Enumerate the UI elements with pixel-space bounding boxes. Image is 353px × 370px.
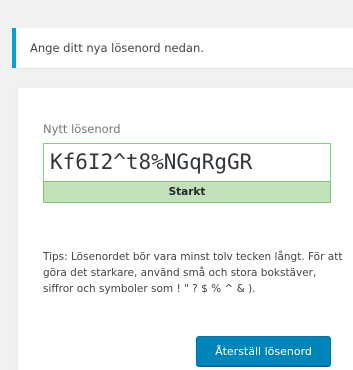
notice-message: Ange ditt nya lösenord nedan. xyxy=(30,41,204,55)
reset-password-form: Nytt lösenord Kf6I2^t8%NGqRgGR Starkt Ti… xyxy=(18,88,353,370)
info-notice: Ange ditt nya lösenord nedan. xyxy=(12,28,353,68)
password-label: Nytt lösenord xyxy=(43,122,121,136)
password-hint: Tips: Lösenordet bör vara minst tolv tec… xyxy=(43,250,343,295)
reset-password-button[interactable]: Återställ lösenord xyxy=(196,336,331,366)
password-strength-indicator: Starkt xyxy=(43,181,331,203)
password-field-wrapper: Kf6I2^t8%NGqRgGR Starkt xyxy=(43,143,331,203)
new-password-input[interactable]: Kf6I2^t8%NGqRgGR xyxy=(43,143,331,181)
